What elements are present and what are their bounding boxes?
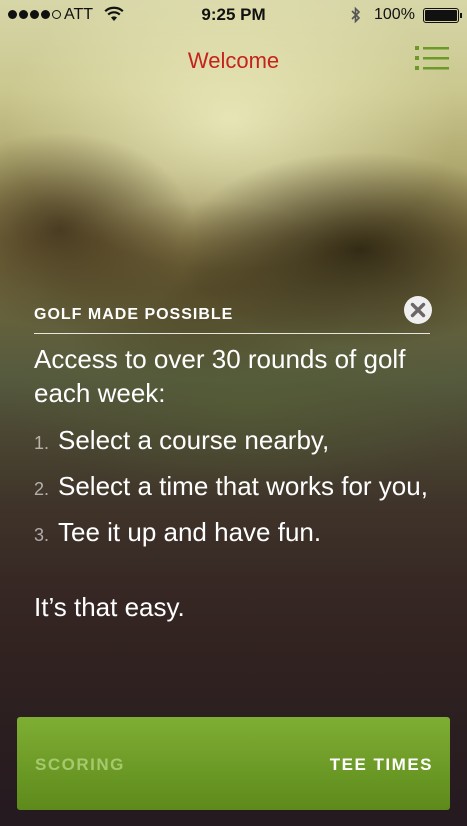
intro-text: Access to over 30 rounds of golf each we…	[34, 344, 406, 408]
section-heading: GOLF MADE POSSIBLE	[34, 306, 234, 323]
step-text: Tee it up and have fun.	[58, 517, 322, 547]
page-title: Welcome	[187, 48, 280, 73]
tab-scoring[interactable]: SCORING	[35, 755, 125, 775]
step-text: Select a course nearby,	[58, 425, 330, 455]
status-bar: ATT 9:25 PM 100%	[0, 0, 467, 30]
list-item: 1. Select a course nearby,	[34, 420, 428, 466]
bottom-tab-bar: SCORING TEE TIMES	[17, 717, 450, 810]
battery-icon	[423, 8, 462, 23]
menu-list-icon[interactable]	[414, 44, 450, 72]
navigation-bar: Welcome	[0, 30, 467, 92]
close-icon[interactable]	[402, 294, 434, 326]
list-item: 3. Tee it up and have fun.	[34, 512, 428, 558]
battery-percentage: 100%	[374, 6, 415, 23]
step-number: 2.	[34, 479, 50, 499]
step-number: 3.	[34, 525, 50, 545]
divider	[34, 333, 430, 334]
steps-list: 1. Select a course nearby, 2. Select a tim…	[34, 420, 428, 558]
step-text: Select a time that works for you,	[58, 471, 428, 501]
outro-text: It’s that easy.	[34, 592, 185, 622]
step-number: 1.	[34, 433, 50, 453]
list-item: 2. Select a time that works for you,	[34, 466, 428, 512]
bluetooth-icon	[350, 6, 362, 29]
tab-tee-times[interactable]: TEE TIMES	[330, 755, 433, 775]
